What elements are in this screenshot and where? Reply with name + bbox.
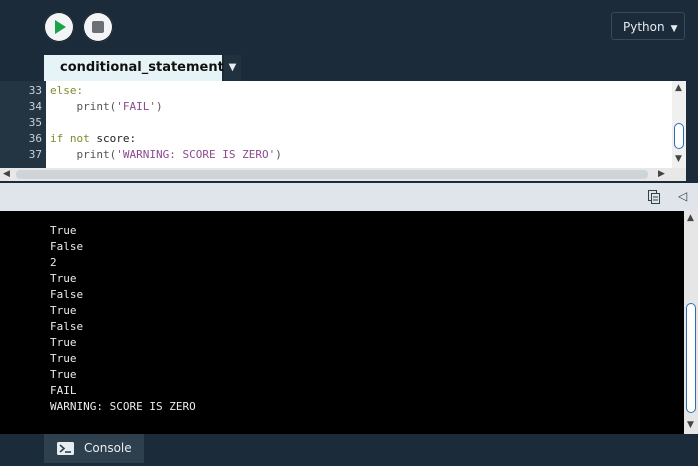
code-text: print('WARNING: SCORE IS ZERO') [50,147,282,163]
code-text: else: [50,83,83,99]
editor-vertical-scrollbar[interactable]: ▲ ▼ [672,81,686,168]
code-token: print( [76,148,117,161]
line-number: 36 [28,132,42,145]
code-token: print( [76,100,117,113]
console-line: FAIL [50,384,77,397]
console-output: True False 2 True False True False True True True… [0,211,684,434]
code-token: score: [89,132,137,145]
line-number: 33 [28,84,42,97]
console-tab-label: Console [84,441,132,455]
code-text: print('FAIL') [50,99,163,115]
scroll-right-icon[interactable]: ▶ [658,169,665,179]
stop-icon [92,21,104,33]
tab-file[interactable]: conditional_statements [44,55,232,81]
console-line: False [50,240,84,253]
line-number: 34 [28,100,42,113]
console-line: False [50,288,84,301]
code-line[interactable]: 36 if not score: [0,131,672,147]
collapse-panel-icon[interactable]: ◁ [678,189,687,203]
scroll-up-icon[interactable]: ▲ [687,213,694,223]
scroll-corner [672,168,686,181]
code-token: if not [50,132,90,145]
scroll-down-icon[interactable]: ▼ [675,154,682,164]
code-editor[interactable]: 33 else: 34 print('FAIL') 35 36 if not score:… [0,81,672,168]
console-scroll-thumb[interactable] [686,303,696,413]
editor-hscroll-thumb[interactable] [16,170,648,179]
console-line: True [50,224,77,237]
console-vertical-scrollbar[interactable]: ▲ ▼ [684,211,698,434]
scroll-up-icon[interactable]: ▲ [675,83,682,93]
top-toolbar: Python ▼ [0,0,698,55]
play-icon [55,20,66,34]
language-label: Python [623,20,665,34]
editor-scroll-thumb[interactable] [674,123,684,149]
tab-menu-button[interactable]: ▼ [224,55,241,81]
bottom-bar: Console [0,434,698,466]
console-line: True [50,368,77,381]
console-line: WARNING: SCORE IS ZERO [50,400,196,413]
code-text: if not score: [50,131,136,147]
run-button[interactable] [44,12,74,42]
code-token: ) [275,148,282,161]
tab-file-label: conditional_statements [60,60,232,75]
code-token: ) [156,100,163,113]
scroll-down-icon[interactable]: ▼ [687,420,694,430]
stop-button[interactable] [83,12,113,42]
console-line: 2 [50,256,57,269]
chevron-down-icon: ▼ [228,62,237,73]
code-token: else: [50,84,84,97]
chevron-down-icon: ▼ [670,24,678,34]
console-line: True [50,352,77,365]
code-token: 'FAIL' [116,100,156,113]
panel-divider[interactable]: ◁ [0,183,698,211]
terminal-icon [57,442,74,455]
line-number: 37 [28,148,42,161]
console-line: False [50,320,84,333]
console-line: True [50,304,77,317]
code-line[interactable]: 33 else: [0,83,672,99]
code-line[interactable]: 35 [0,115,672,131]
console-line: True [50,336,77,349]
scroll-left-icon[interactable]: ◀ [3,169,10,179]
language-select[interactable]: Python ▼ [611,12,685,40]
code-line[interactable]: 37 print('WARNING: SCORE IS ZERO') [0,147,672,163]
code-line[interactable]: 34 print('FAIL') [0,99,672,115]
console-tab[interactable]: Console [44,434,144,463]
editor-horizontal-scrollbar[interactable]: ◀ ▶ [0,168,672,181]
code-token: 'WARNING: SCORE IS ZERO' [116,148,276,161]
copy-icon[interactable] [648,190,660,204]
line-number: 35 [28,116,42,129]
console-line: True [50,272,77,285]
